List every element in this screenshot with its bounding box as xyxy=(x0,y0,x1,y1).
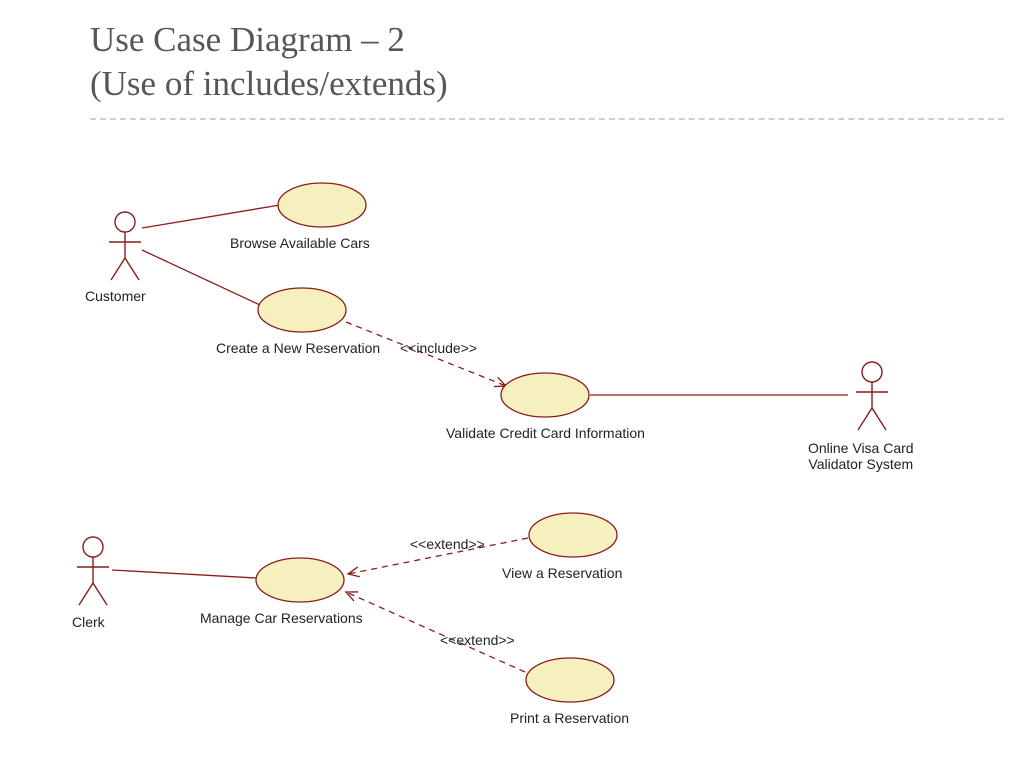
assoc-customer-create xyxy=(142,250,260,305)
actor-clerk-label: Clerk xyxy=(72,614,105,630)
usecase-manage xyxy=(256,558,344,602)
usecase-print xyxy=(526,658,614,702)
actor-clerk-icon xyxy=(77,537,109,605)
usecase-validate xyxy=(501,373,589,417)
usecase-create-label: Create a New Reservation xyxy=(216,340,380,356)
usecase-view-label: View a Reservation xyxy=(502,565,622,581)
actor-validator-icon xyxy=(856,362,888,430)
assoc-clerk-manage xyxy=(112,570,256,578)
usecase-view xyxy=(529,513,617,557)
usecase-browse-label: Browse Available Cars xyxy=(230,235,370,251)
rel-include1-label: <<include>> xyxy=(400,340,477,356)
usecase-create xyxy=(258,288,346,332)
usecase-validate-label: Validate Credit Card Information xyxy=(446,425,645,441)
rel-extend2-label: <<extend>> xyxy=(440,632,515,648)
assoc-customer-browse xyxy=(142,205,280,228)
diagram-canvas xyxy=(0,0,1024,768)
rel-extend1-label: <<extend>> xyxy=(410,536,485,552)
usecase-browse xyxy=(278,183,366,227)
usecase-print-label: Print a Reservation xyxy=(510,710,629,726)
actor-customer-label: Customer xyxy=(85,288,146,304)
actor-customer-icon xyxy=(109,212,141,280)
usecase-manage-label: Manage Car Reservations xyxy=(200,610,363,626)
actor-validator-label: Online Visa Card Validator System xyxy=(808,440,914,472)
